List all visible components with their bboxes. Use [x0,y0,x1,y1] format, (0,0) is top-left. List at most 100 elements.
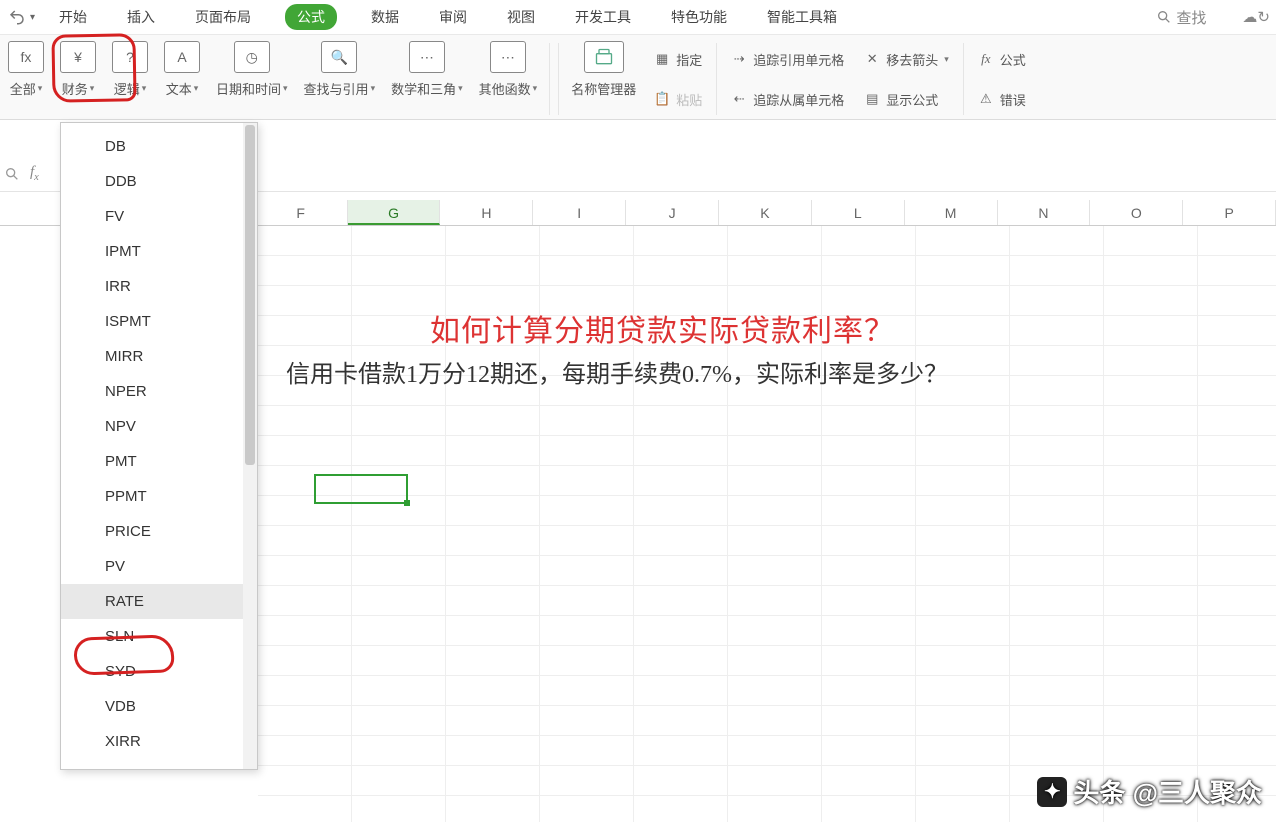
qat-dropdown-icon[interactable]: ▾ [30,12,35,23]
cell[interactable] [728,466,822,496]
cell[interactable] [634,256,728,286]
cell[interactable] [446,496,540,526]
cell[interactable] [822,736,916,766]
tab-2[interactable]: 页面布局 [189,3,257,31]
tab-7[interactable]: 开发工具 [569,3,637,31]
cell[interactable] [916,466,1010,496]
cell[interactable] [258,616,352,646]
col-header-K[interactable]: K [719,200,812,225]
trace-dependents-item[interactable]: ⇠ 追踪从属单元格 [727,86,848,113]
cell[interactable] [1010,256,1104,286]
cell[interactable] [1010,376,1104,406]
ribbon-数学和三角-button[interactable]: ⋯ 数学和三角▾ [391,41,463,98]
cell[interactable] [1198,736,1276,766]
fn-item-vdb[interactable]: VDB [61,689,257,724]
tab-0[interactable]: 开始 [53,3,93,31]
undo-icon[interactable] [8,8,26,26]
cell[interactable] [1198,526,1276,556]
tab-8[interactable]: 特色功能 [665,3,733,31]
cell[interactable] [634,436,728,466]
cell[interactable] [634,676,728,706]
cell[interactable] [352,646,446,676]
cell[interactable] [1104,556,1198,586]
cell[interactable] [822,256,916,286]
cell[interactable] [1198,466,1276,496]
col-header-P[interactable]: P [1183,200,1276,225]
cell[interactable] [446,796,540,822]
cell[interactable] [728,556,822,586]
cell[interactable] [634,406,728,436]
col-header-F[interactable]: F [255,200,348,225]
cell[interactable] [634,616,728,646]
cell[interactable] [1198,316,1276,346]
cell[interactable] [258,586,352,616]
cell[interactable] [916,586,1010,616]
cell[interactable] [1104,676,1198,706]
cell[interactable] [822,616,916,646]
show-formulas-item[interactable]: ▤ 显示公式 [860,86,953,113]
cell[interactable] [634,226,728,256]
cell[interactable] [446,226,540,256]
cell[interactable] [352,736,446,766]
cell[interactable] [1198,346,1276,376]
cell[interactable] [1198,226,1276,256]
cell[interactable] [1198,556,1276,586]
cell[interactable] [1104,736,1198,766]
cell[interactable] [1104,376,1198,406]
cell[interactable] [258,676,352,706]
col-header-I[interactable]: I [533,200,626,225]
cell[interactable] [634,736,728,766]
ribbon-全部-button[interactable]: fx 全部▾ [8,41,44,98]
cell[interactable] [352,436,446,466]
cell[interactable] [446,676,540,706]
cell[interactable] [540,466,634,496]
cell[interactable] [1104,436,1198,466]
cell[interactable] [1010,346,1104,376]
cell[interactable] [1010,466,1104,496]
cell[interactable] [540,586,634,616]
cell[interactable] [258,736,352,766]
cell[interactable] [540,676,634,706]
cell[interactable] [822,796,916,822]
cell[interactable] [258,406,352,436]
cell[interactable] [540,436,634,466]
cell[interactable] [728,676,822,706]
cell[interactable] [540,646,634,676]
cell[interactable] [258,646,352,676]
cell[interactable] [916,736,1010,766]
tab-9[interactable]: 智能工具箱 [761,3,843,31]
cell[interactable] [1010,706,1104,736]
cell[interactable] [1104,286,1198,316]
cell[interactable] [1104,346,1198,376]
cell[interactable] [352,706,446,736]
cell[interactable] [728,766,822,796]
col-header-G[interactable]: G [348,200,441,225]
cell[interactable] [822,526,916,556]
cell[interactable] [352,406,446,436]
cell[interactable] [1104,586,1198,616]
cell[interactable] [916,676,1010,706]
cell[interactable] [446,406,540,436]
cell[interactable] [728,616,822,646]
fn-item-pv[interactable]: PV [61,549,257,584]
col-header-J[interactable]: J [626,200,719,225]
cell[interactable] [540,766,634,796]
cell[interactable] [446,256,540,286]
ribbon-财务-button[interactable]: ¥ 财务▾ [60,41,96,98]
cell[interactable] [446,766,540,796]
cell[interactable] [540,796,634,822]
cell[interactable] [1010,406,1104,436]
cell[interactable] [916,226,1010,256]
cell[interactable] [822,556,916,586]
cell[interactable] [916,556,1010,586]
cell[interactable] [1104,616,1198,646]
fn-item-xirr[interactable]: XIRR [61,724,257,759]
cell[interactable] [728,496,822,526]
dropdown-scroll-thumb[interactable] [245,125,255,465]
fn-item-syd[interactable]: SYD [61,654,257,689]
cell[interactable] [634,586,728,616]
cell[interactable] [258,286,352,316]
fn-item-irr[interactable]: IRR [61,269,257,304]
cell[interactable] [1104,466,1198,496]
cell[interactable] [540,616,634,646]
